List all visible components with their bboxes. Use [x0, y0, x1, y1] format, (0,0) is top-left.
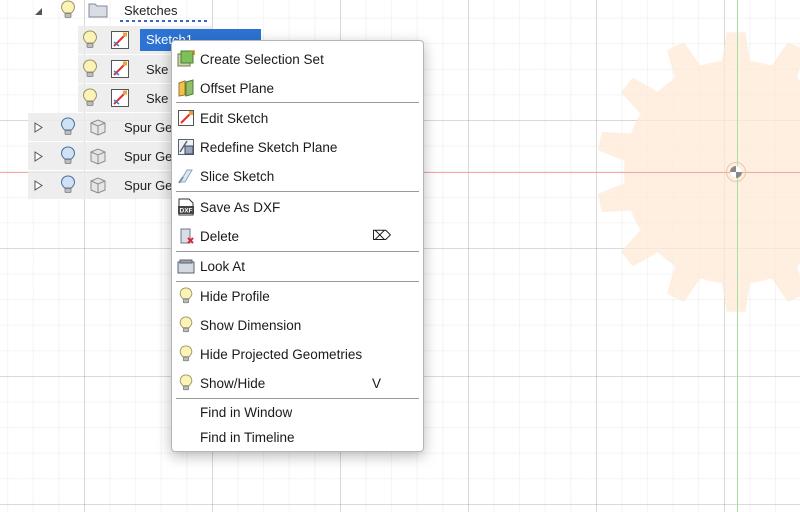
menu-separator [176, 102, 419, 103]
lightbulb-icon[interactable] [82, 88, 98, 108]
sketch-label[interactable]: Ske [146, 62, 168, 77]
edit-sketch-icon [178, 110, 194, 126]
body-label[interactable]: Spur Ge [124, 149, 172, 164]
menu-item-find-in-window[interactable]: Find in Window [172, 399, 423, 425]
collapse-triangle-icon[interactable] [32, 5, 44, 17]
menu-separator [176, 191, 419, 192]
menu-item-label: Edit Sketch [200, 110, 269, 126]
sketch-icon [111, 60, 129, 78]
lightbulb-icon[interactable] [60, 117, 76, 137]
lightbulb-icon[interactable] [60, 0, 76, 20]
lightbulb-icon[interactable] [82, 59, 98, 79]
delete-shortcut: ⌦ [372, 228, 392, 243]
origin-point-icon[interactable] [726, 162, 746, 182]
expand-triangle-icon[interactable] [32, 150, 44, 162]
sketch-label[interactable]: Ske [146, 91, 168, 106]
body-cube-icon [90, 177, 106, 194]
body-label[interactable]: Spur Ge [124, 120, 172, 135]
menu-item-label: Redefine Sketch Plane [200, 139, 338, 155]
menu-separator [176, 251, 419, 252]
menu-item-delete[interactable]: Delete ⌦ [172, 223, 423, 249]
body-label[interactable]: Spur Ge [124, 178, 172, 193]
offset-plane-icon [178, 79, 194, 97]
menu-item-label: Create Selection Set [200, 51, 324, 67]
redefine-sketch-plane-icon [178, 139, 194, 155]
expand-triangle-icon[interactable] [32, 179, 44, 191]
folder-icon [88, 3, 108, 18]
lightbulb-icon[interactable] [60, 175, 76, 195]
menu-item-label: Save As DXF [200, 199, 281, 215]
show-hide-shortcut: V [372, 375, 382, 391]
menu-item-slice-sketch[interactable]: Slice Sketch [172, 163, 423, 189]
svg-text:DXF: DXF [180, 208, 193, 215]
slice-sketch-icon [178, 169, 193, 184]
menu-item-save-as-dxf[interactable]: DXF Save As DXF [172, 194, 423, 220]
menu-item-hide-profile[interactable]: Hide Profile [172, 283, 423, 309]
expand-triangle-icon[interactable] [32, 121, 44, 133]
menu-item-label: Find in Window [200, 404, 293, 420]
lightbulb-icon [179, 316, 193, 333]
z-axis-line [737, 0, 738, 512]
sketch-icon [111, 89, 129, 107]
delete-icon [180, 228, 194, 244]
folder-dashed-underline [120, 20, 210, 22]
lightbulb-icon[interactable] [82, 30, 98, 50]
context-menu: Create Selection Set Offset Plane Edit S… [171, 40, 424, 452]
menu-item-create-selection-set[interactable]: Create Selection Set [172, 46, 423, 72]
look-at-icon [177, 259, 195, 274]
menu-item-edit-sketch[interactable]: Edit Sketch [172, 105, 423, 131]
dxf-file-icon: DXF [178, 198, 194, 216]
menu-item-label: Delete [200, 228, 240, 244]
lightbulb-icon [179, 287, 193, 304]
menu-item-label: Find in Timeline [200, 429, 295, 445]
menu-item-look-at[interactable]: Look At [172, 253, 423, 279]
menu-separator [176, 281, 419, 282]
body-cube-icon [90, 119, 106, 136]
tree-row-sketches-folder[interactable]: Sketches [0, 0, 212, 25]
menu-item-label: Slice Sketch [200, 168, 275, 184]
menu-item-label: Hide Profile [200, 288, 270, 304]
menu-item-label: Offset Plane [200, 80, 275, 96]
lightbulb-icon[interactable] [60, 146, 76, 166]
menu-item-find-in-timeline[interactable]: Find in Timeline [172, 424, 423, 450]
menu-item-show-dimension[interactable]: Show Dimension [172, 312, 423, 338]
menu-item-redefine-sketch-plane[interactable]: Redefine Sketch Plane [172, 134, 423, 160]
selection-set-icon [177, 50, 195, 67]
lightbulb-icon [179, 345, 193, 362]
lightbulb-icon [179, 374, 193, 391]
menu-item-show-hide[interactable]: Show/Hide V [172, 370, 423, 396]
menu-item-label: Look At [200, 258, 246, 274]
sketches-folder-label: Sketches [124, 3, 178, 18]
menu-item-label: Hide Projected Geometries [200, 346, 363, 362]
menu-item-offset-plane[interactable]: Offset Plane [172, 75, 423, 101]
menu-item-label: Show Dimension [200, 317, 302, 333]
sketch-icon [111, 31, 129, 49]
menu-item-hide-projected-geometries[interactable]: Hide Projected Geometries [172, 341, 423, 367]
body-cube-icon [90, 148, 106, 165]
menu-item-label: Show/Hide [200, 375, 266, 391]
